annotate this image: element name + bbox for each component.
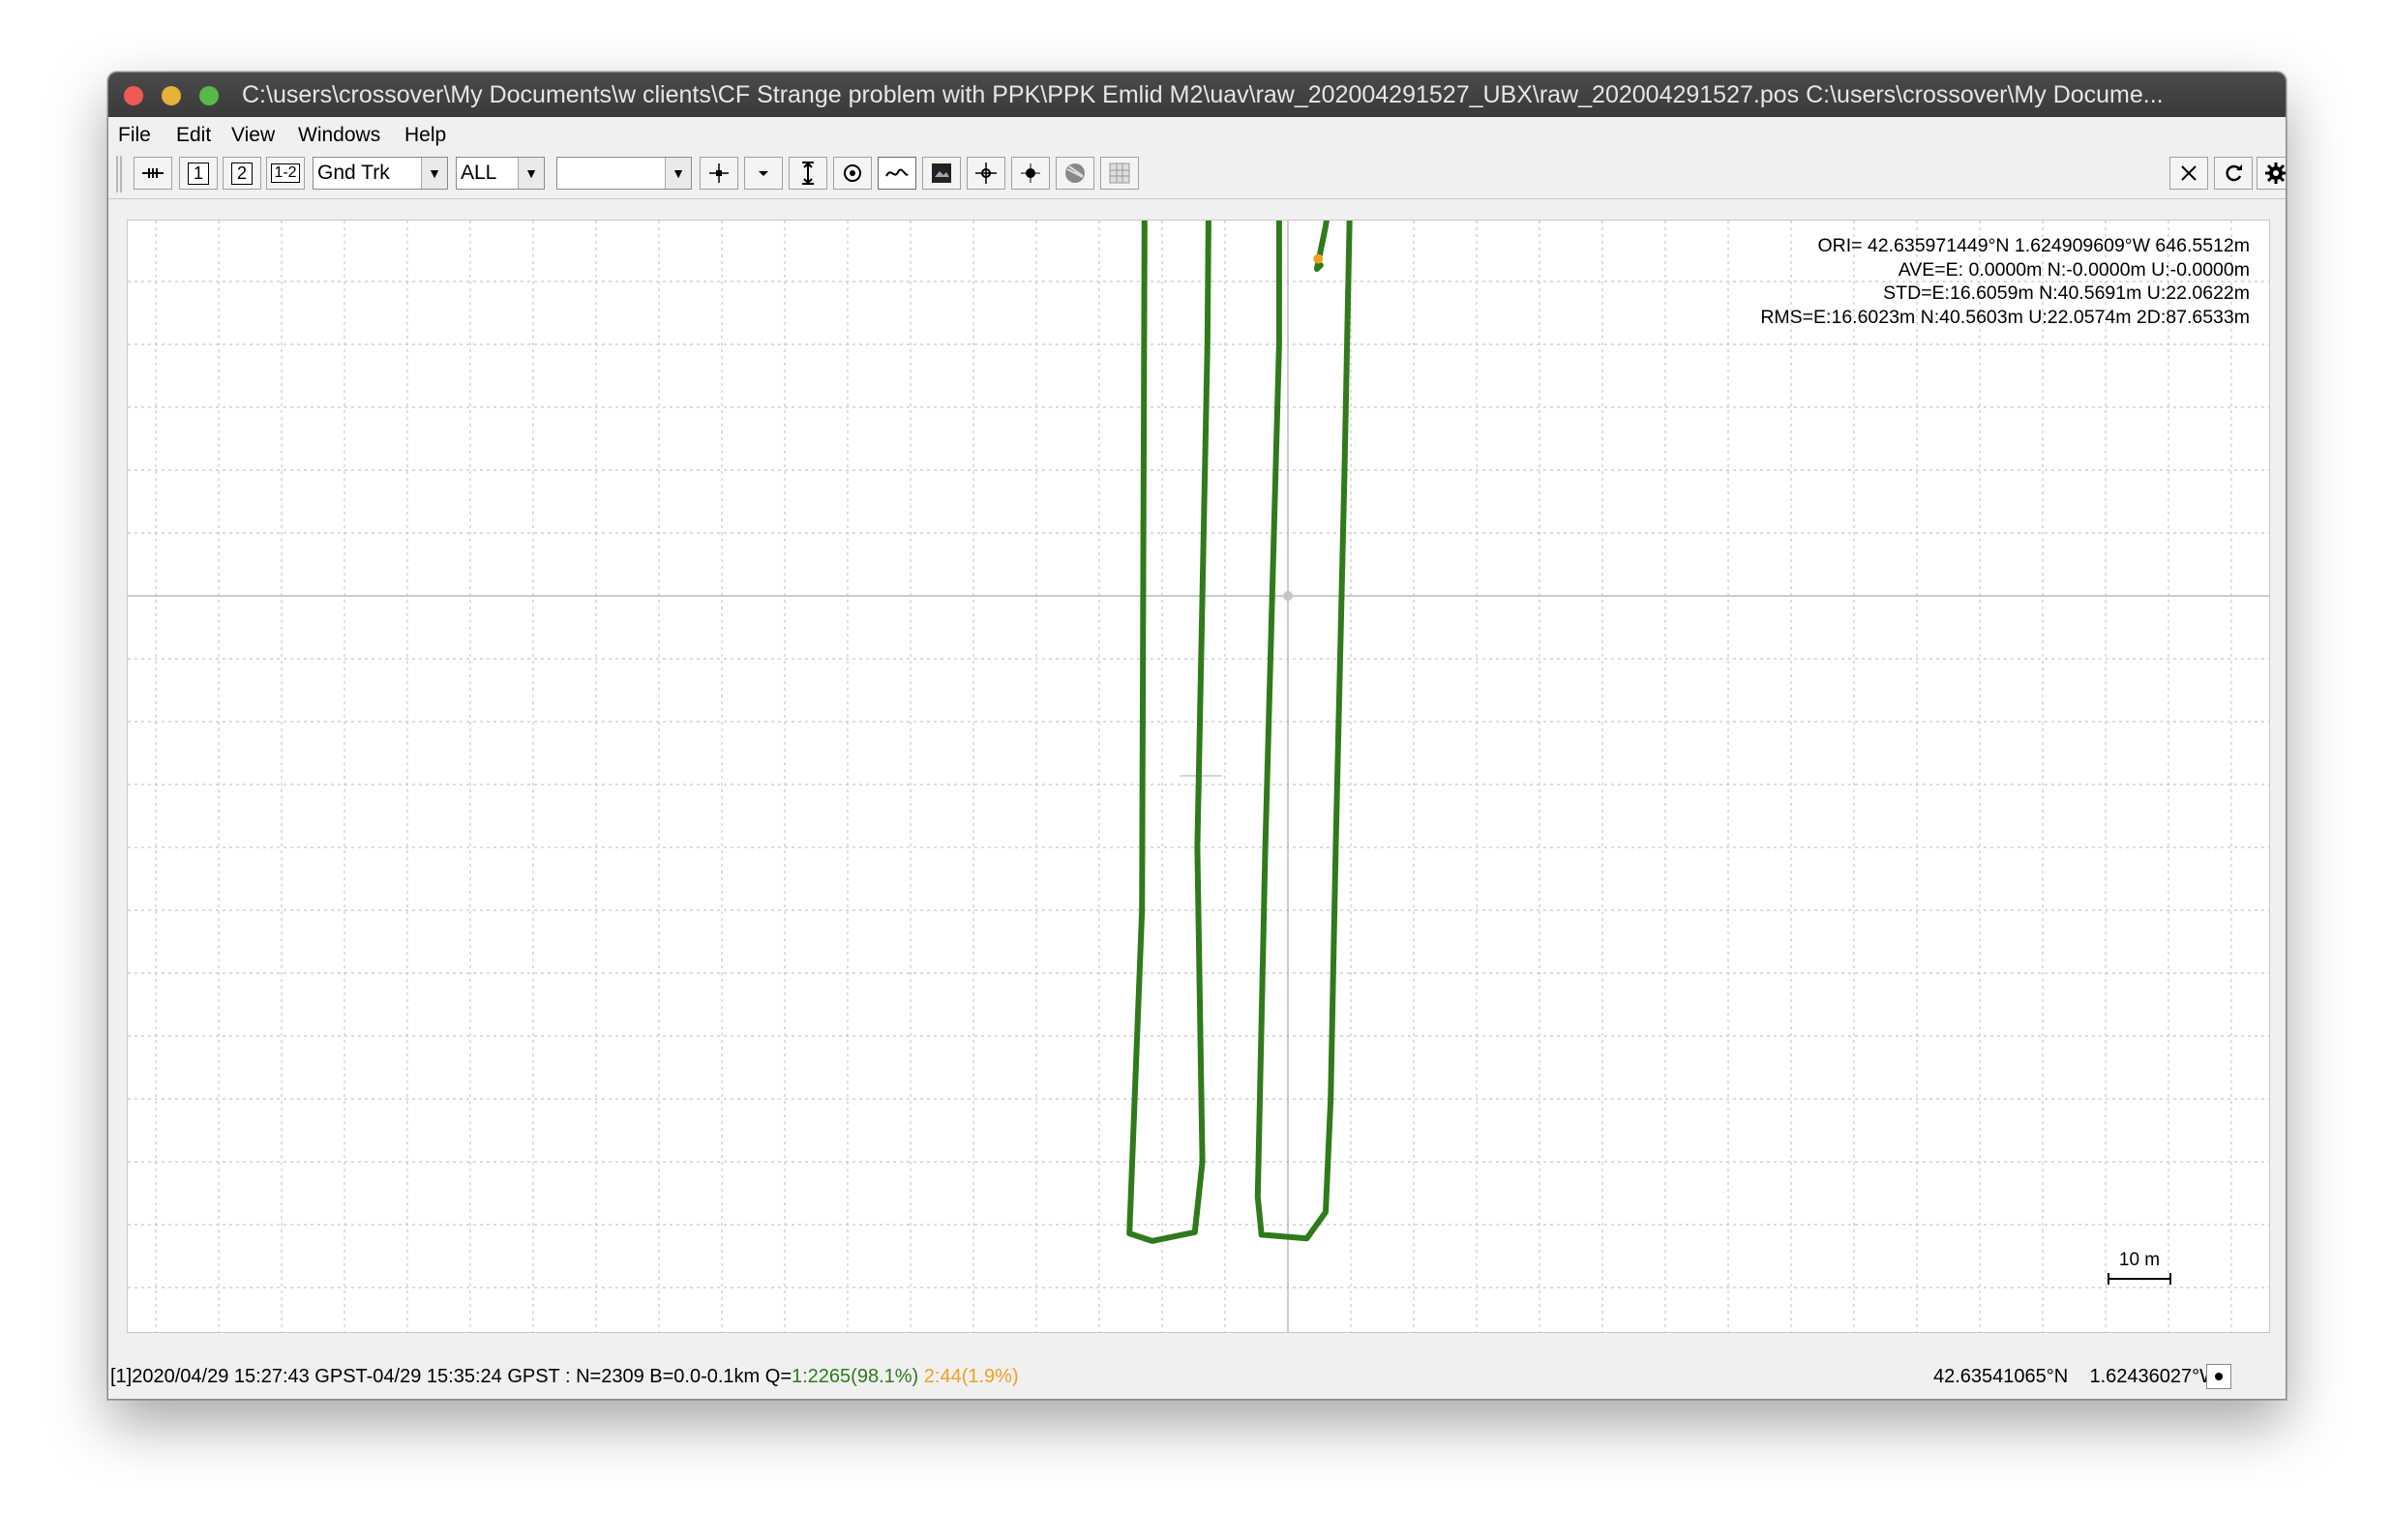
- chevron-down-icon: ▼: [665, 158, 691, 189]
- menu-edit[interactable]: Edit: [176, 124, 211, 147]
- globe-icon: [1065, 163, 1085, 183]
- stats-rms: RMS=E:16.6023m N:40.5603m U:22.0574m 2D:…: [1760, 306, 2250, 328]
- marker-toggle-button[interactable]: [2206, 1364, 2231, 1389]
- dot-icon: [2215, 1373, 2223, 1380]
- reload-icon: [2226, 164, 2242, 182]
- menu-view[interactable]: View: [231, 124, 275, 147]
- target-icon: [844, 164, 861, 182]
- grid-button[interactable]: [1100, 157, 1139, 190]
- status-q2: 2:44(1.9%): [923, 1366, 1019, 1387]
- fit-vertical-button[interactable]: [789, 157, 827, 190]
- gear-icon: [2265, 163, 2286, 184]
- minimize-window-button[interactable]: [162, 86, 181, 105]
- solution-1-2-button[interactable]: 1-2: [266, 157, 305, 190]
- point-crosshair-icon: [975, 163, 997, 184]
- toolbar: 1 2 1-2 Gnd Trk ▼ ALL ▼ ▼: [108, 150, 2286, 199]
- solution-2-button[interactable]: 2: [223, 157, 261, 190]
- cursor-latitude: 42.63541065°N: [1932, 1366, 2069, 1387]
- connect-icon: [142, 168, 164, 178]
- reload-button[interactable]: [2214, 157, 2253, 190]
- solution-2-label: 2: [230, 162, 253, 185]
- menu-help[interactable]: Help: [404, 124, 446, 147]
- close-window-button[interactable]: [124, 86, 143, 105]
- scale-bar-line: [2108, 1273, 2171, 1285]
- settings-button[interactable]: [2257, 157, 2286, 190]
- plot-type-select[interactable]: Gnd Trk ▼: [313, 157, 448, 190]
- status-summary: [1]2020/04/29 15:27:43 GPST-04/29 15:35:…: [110, 1366, 792, 1387]
- show-origin-button[interactable]: [833, 157, 872, 190]
- marker-icon: [1021, 163, 1040, 183]
- stats-ori: ORI= 42.635971449°N 1.624909609°W 646.55…: [1817, 235, 2250, 256]
- dropdown-button[interactable]: [744, 157, 783, 190]
- ground-track-plot[interactable]: ORI= 42.635971449°N 1.624909609°W 646.55…: [127, 220, 2270, 1333]
- cursor-longitude: 1.62436027°W: [2089, 1366, 2218, 1387]
- show-points-button[interactable]: [967, 157, 1005, 190]
- title-bar[interactable]: C:\users\crossover\My Documents\w client…: [108, 73, 2286, 117]
- cursor-position: 42.63541065°N 1.62436027°W: [1933, 1366, 2218, 1388]
- menu-file[interactable]: File: [118, 124, 151, 147]
- origin-marker: [1283, 591, 1293, 601]
- show-track-button[interactable]: [878, 157, 916, 190]
- plot-type-value: Gnd Trk: [317, 162, 390, 184]
- plot-window: C:\users\crossover\My Documents\w client…: [107, 72, 2287, 1400]
- status-bar: [1]2020/04/29 15:27:43 GPST-04/29 15:35:…: [108, 1354, 2286, 1399]
- status-info: [1]2020/04/29 15:27:43 GPST-04/29 15:35:…: [110, 1366, 1019, 1388]
- show-marker-button[interactable]: [1011, 157, 1050, 190]
- status-q1: 1:2265(98.1%): [792, 1366, 919, 1387]
- chevron-down-icon: [759, 171, 768, 176]
- solution-1-button[interactable]: 1: [179, 157, 218, 190]
- menu-windows[interactable]: Windows: [298, 124, 380, 147]
- float-solution-point: [1313, 253, 1324, 264]
- track-icon: [885, 168, 909, 177]
- skyplot-button[interactable]: [1056, 157, 1094, 190]
- toolbar-grip[interactable]: [116, 156, 122, 192]
- quality-select[interactable]: ▼: [556, 157, 692, 190]
- plot-canvas[interactable]: [128, 221, 2269, 1332]
- ground-track-line: [1126, 221, 1353, 1244]
- close-icon: [2181, 165, 2197, 181]
- menu-bar: File Edit View Windows Help: [108, 117, 2286, 150]
- scale-label: 10 m: [2118, 1250, 2161, 1270]
- connect-button[interactable]: [134, 157, 172, 190]
- map-icon: [932, 163, 951, 183]
- zoom-window-button[interactable]: [199, 86, 219, 105]
- window-title: C:\users\crossover\My Documents\w client…: [242, 81, 2164, 108]
- solution-1-2-label: 1-2: [271, 163, 300, 183]
- scale-bar: 10 m: [2107, 1250, 2172, 1291]
- stats-ave: AVE=E: 0.0000m N:-0.0000m U:-0.0000m: [1898, 258, 2250, 281]
- close-plot-button[interactable]: [2169, 157, 2208, 190]
- crosshair-icon: [709, 163, 729, 183]
- stats-std: STD=E:16.6059m N:40.5691m U:22.0622m: [1883, 282, 2250, 304]
- show-map-button[interactable]: [922, 157, 961, 190]
- statistics-panel: ORI= 42.635971449°N 1.624909609°W 646.55…: [1760, 234, 2250, 329]
- solution-1-label: 1: [187, 162, 209, 185]
- grid-icon: [1109, 163, 1130, 184]
- chevron-down-icon: ▼: [518, 158, 544, 189]
- fit-vertical-icon: [802, 162, 814, 185]
- satellite-select[interactable]: ALL ▼: [456, 157, 545, 190]
- chevron-down-icon: ▼: [421, 158, 447, 189]
- satellite-select-value: ALL: [461, 162, 497, 184]
- center-origin-button[interactable]: [700, 157, 738, 190]
